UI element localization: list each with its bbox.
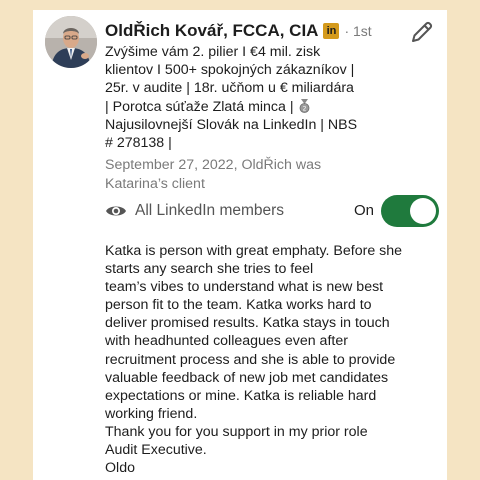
visibility-label: All LinkedIn members: [135, 202, 285, 219]
headline-line: klientov I 500+ spokojných zákazníkov |: [105, 62, 355, 79]
profile-headline: Zvýšime vám 2. pilier I €4 mil. zisk kli…: [105, 43, 405, 152]
profile-name[interactable]: OldŘich Kovář, FCCA, CIA: [105, 21, 318, 41]
recommendation-line: deliver promised results. Katka stays in…: [105, 315, 390, 332]
pencil-edit-icon[interactable]: [409, 19, 435, 45]
recommendation-line: Katka is person with great emphaty. Befo…: [105, 243, 403, 259]
relationship-line: Katarina’s client: [105, 175, 205, 192]
medal-icon: 2: [299, 98, 309, 113]
recommendation-line: person fit to the team. Katka works hard…: [105, 297, 372, 314]
headline-line: Zvýšime vám 2. pilier I €4 mil. zisk: [105, 44, 321, 60]
headline-line: 25r. v audite | 18r. učňom u € miliardár…: [105, 80, 354, 97]
eye-icon: [106, 206, 126, 216]
relationship-line: September 27, 2022, OldŘich was: [105, 157, 322, 173]
recommendation-line: Thank you for you support in my prior ro…: [105, 423, 368, 440]
recommendation-line: recruitment process and she is able to p…: [105, 351, 396, 368]
recommendation-line: working friend.: [105, 405, 198, 422]
recommendation-line: with headhunted colleagues even after: [105, 333, 348, 350]
headline-line: # 278138 |: [105, 135, 172, 152]
headline-line: | Porotca súťaže Zlatá minca |: [105, 98, 294, 115]
linkedin-badge-icon: in: [323, 23, 340, 39]
svg-text:2: 2: [302, 105, 306, 112]
headline-line-with-medal: | Porotca súťaže Zlatá minca | 2: [105, 98, 405, 116]
recommendation-line: team’s vibes to understand what is new b…: [105, 279, 384, 296]
recommendation-signature: Oldo: [105, 460, 135, 477]
toggle-knob[interactable]: [410, 198, 436, 224]
recommendation-text: Katka is person with great emphaty. Befo…: [105, 242, 440, 477]
headline-line: Najusilovnejší Slovák na LinkedIn | NBS: [105, 116, 358, 133]
profile-name-row: OldŘich Kovář, FCCA, CIA in · 1st: [105, 21, 395, 41]
relationship-info: September 27, 2022, OldŘich was Katarina…: [105, 156, 375, 193]
recommendation-line: expectations or mine. Katka is reliable …: [105, 387, 377, 404]
visibility-toggle[interactable]: [381, 195, 439, 227]
recommendation-line: Audit Executive.: [105, 442, 207, 459]
toggle-state-label: On: [354, 202, 375, 219]
recommendation-line: starts any search she tries to feel: [105, 261, 314, 278]
recommendation-line: valuable feedback of new job met candida…: [105, 369, 389, 386]
recommendation-card: OldŘich Kovář, FCCA, CIA in · 1st Zvýšim…: [33, 10, 447, 480]
avatar-photo: [45, 16, 97, 68]
profile-avatar[interactable]: [45, 16, 97, 68]
connection-degree: · 1st: [344, 23, 372, 39]
visibility-setting-row: All LinkedIn members On: [105, 195, 440, 227]
